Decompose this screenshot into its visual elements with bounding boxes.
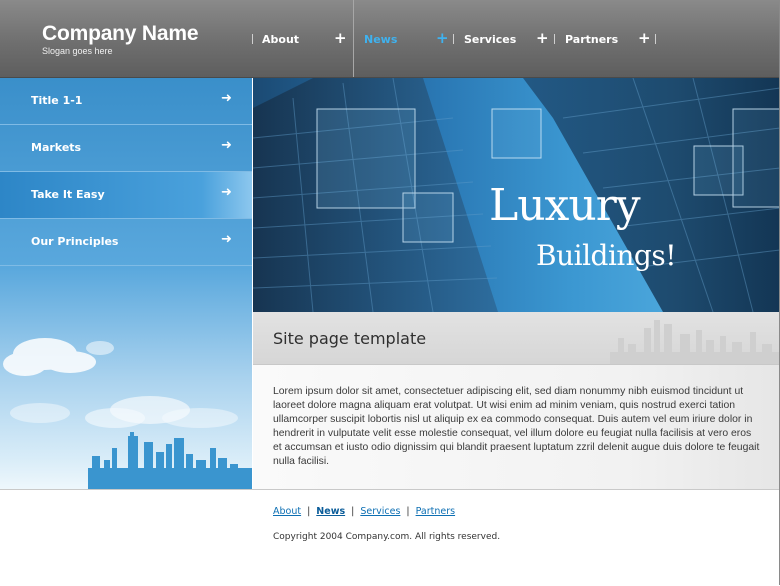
nav-separator [554, 34, 555, 44]
banner-title: Luxury [489, 180, 641, 231]
sidebar-item-markets[interactable]: Markets ➜ [0, 125, 252, 172]
hero-banner: Luxury Buildings! [253, 78, 780, 312]
nav-item-news[interactable]: News + [354, 0, 455, 77]
sky-skyline-illustration [3, 338, 252, 489]
header: Company Name Slogan goes here About + Ne… [0, 0, 780, 78]
brand-logo[interactable]: Company Name Slogan goes here [42, 22, 199, 56]
footer-separator: | [307, 506, 311, 517]
nav-label[interactable]: News [364, 33, 397, 46]
sidebar-item-take-it-easy[interactable]: Take It Easy ➜ [0, 172, 252, 219]
nav-separator [252, 34, 253, 44]
footer: About | News | Services | Partners Copyright 2… [0, 489, 780, 586]
plus-icon[interactable]: + [436, 29, 449, 47]
footer-link-news[interactable]: News [316, 506, 345, 517]
nav-label[interactable]: About [262, 33, 299, 46]
footer-navigation: About | News | Services | Partners [273, 506, 455, 517]
nav-item-partners[interactable]: Partners + [554, 0, 656, 77]
nav-item-about[interactable]: About + [252, 0, 353, 77]
page-title-bar: Site page template [253, 312, 780, 365]
sidebar: Title 1-1 ➜ Markets ➜ Take It Easy ➜ Our… [0, 78, 252, 489]
nav-separator [453, 34, 454, 44]
sidebar-item-label: Take It Easy [31, 188, 105, 201]
nav-divider [353, 0, 354, 77]
sidebar-item-title-1-1[interactable]: Title 1-1 ➜ [0, 78, 252, 125]
footer-separator: | [351, 506, 355, 517]
sidebar-item-label: Markets [31, 141, 82, 154]
banner-subtitle: Buildings! [536, 239, 676, 272]
sidebar-item-label: Title 1-1 [31, 94, 83, 107]
footer-separator: | [406, 506, 410, 517]
footer-link-about[interactable]: About [273, 506, 301, 517]
skyline-decoration [610, 320, 780, 364]
copyright-text: Copyright 2004 Company.com. All rights r… [273, 532, 501, 542]
sidebar-item-our-principles[interactable]: Our Principles ➜ [0, 219, 252, 266]
nav-separator [655, 34, 656, 44]
nav-item-services[interactable]: Services + [453, 0, 554, 77]
plus-icon[interactable]: + [638, 29, 651, 47]
arrow-right-icon: ➜ [221, 232, 232, 247]
sidebar-item-label: Our Principles [31, 235, 119, 248]
footer-link-partners[interactable]: Partners [416, 506, 455, 517]
page-title: Site page template [273, 329, 427, 348]
slogan: Slogan goes here [42, 46, 113, 56]
plus-icon[interactable]: + [536, 29, 549, 47]
arrow-right-icon: ➜ [221, 138, 232, 153]
nav-label[interactable]: Services [464, 33, 516, 46]
body-paragraph: Lorem ipsum dolor sit amet, consectetuer… [273, 386, 760, 467]
nav-label[interactable]: Partners [565, 33, 618, 46]
footer-link-services[interactable]: Services [360, 506, 400, 517]
arrow-right-icon: ➜ [221, 91, 232, 106]
company-name: Company Name [42, 22, 199, 45]
arrow-right-icon: ➜ [221, 185, 232, 200]
main-content: Site page template Lorem ipsum dolor sit… [253, 312, 780, 489]
top-navigation: About + News + Services + Partners + [252, 0, 656, 77]
plus-icon[interactable]: + [334, 29, 347, 47]
